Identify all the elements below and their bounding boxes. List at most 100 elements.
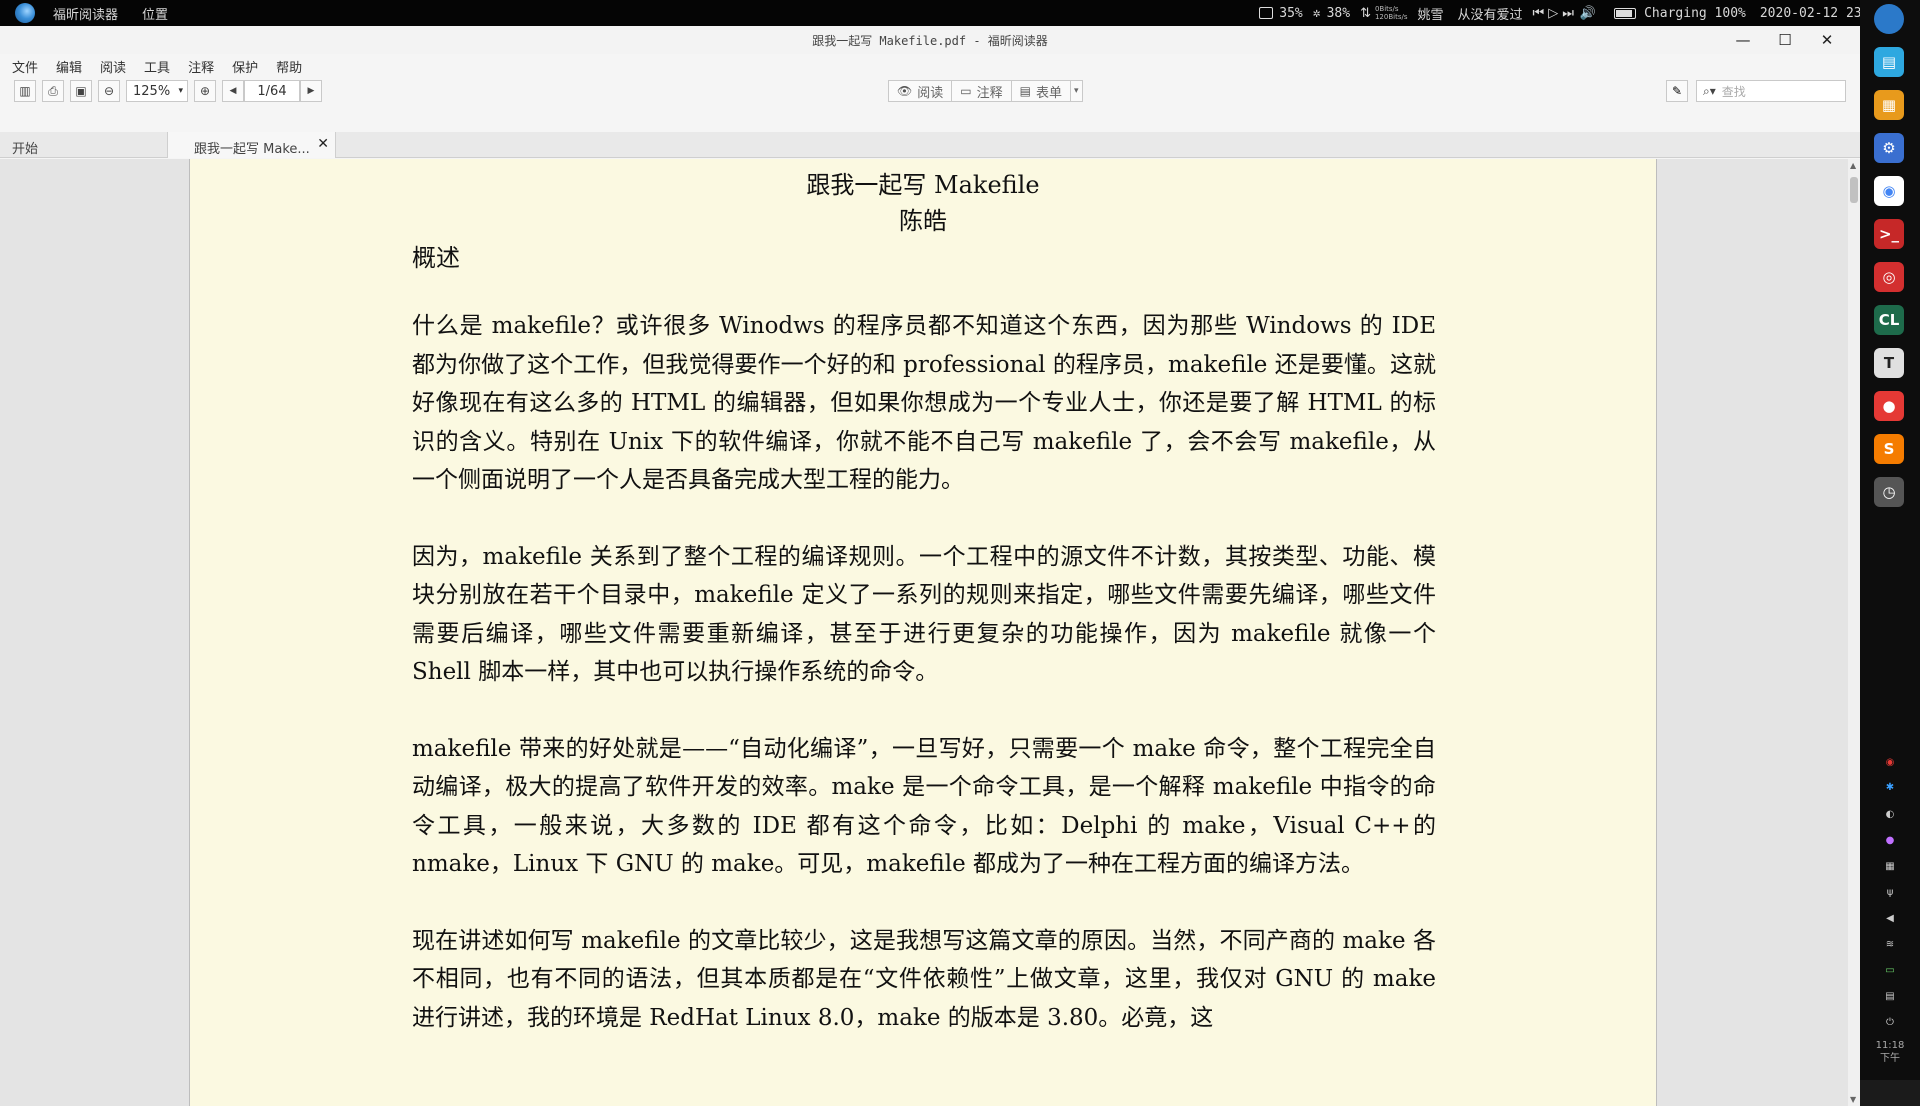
tab-document-label: 跟我一起写 Make... [194,142,310,157]
mode-switcher: 👁 阅读 ▭ 注释 ▤ 表单 ▾ [888,80,1083,102]
menu-file[interactable]: 文件 [12,57,38,76]
save-icon: ▣ [75,84,87,98]
pen-icon: ✎ [1671,84,1683,98]
document-body: 概述 什么是 makefile？或许很多 Winodws 的程序员都不知道这个东… [412,238,1436,1075]
menu-help[interactable]: 帮助 [276,57,302,76]
cpu-usage: 38% [1326,5,1351,21]
paragraph: 现在讲述如何写 makefile 的文章比较少，这是我想写这篇文章的原因。当然，… [412,927,1436,1031]
menu-tools[interactable]: 工具 [144,57,170,76]
scroll-up-icon[interactable]: ▲ [1850,161,1856,170]
input-method-icon[interactable]: ▤ [1884,990,1896,1002]
file-manager-icon[interactable]: ▤ [1874,47,1904,77]
save-button[interactable]: ▣ [70,80,92,102]
zoom-select[interactable]: 125% ▾ [126,80,188,102]
prev-track-icon[interactable]: ⏮ [1533,6,1545,21]
mode-form-label: 表单 [1035,85,1062,101]
tab-close-icon[interactable]: ✕ [317,136,329,152]
battery-indicator: Charging 100% [1614,6,1746,21]
document-viewport[interactable]: 跟我一起写 Makefile 陈皓 概述 什么是 makefile？或许很多 W… [0,159,1848,1106]
dock-clock[interactable]: 11:18 下午 [1860,1039,1920,1065]
red-app-icon[interactable]: ● [1874,391,1904,421]
paragraph: makefile 带来的好处就是——“自动化编译”，一旦写好，只需要一个 mak… [412,735,1436,878]
menu-comment[interactable]: 注释 [188,57,214,76]
tab-start[interactable]: 开始 [0,132,168,158]
print-button[interactable]: ⎙ [42,80,64,102]
sidebar-toggle-button[interactable]: ▥ [14,80,36,102]
text-editor-icon[interactable]: T [1874,348,1904,378]
netease-music-icon[interactable]: ◎ [1874,262,1904,292]
sublime-icon[interactable]: S [1874,434,1904,464]
chevron-right-icon: ▶ [307,86,315,96]
scroll-down-icon[interactable]: ▼ [1850,1095,1856,1104]
location-menu[interactable]: 位置 [142,4,168,23]
sidebar-icon: ▥ [19,84,31,98]
clion-icon[interactable]: CL [1874,305,1904,335]
battery-tray-icon[interactable]: ▭ [1884,964,1896,976]
tray-bluetooth-icon[interactable]: ✱ [1884,781,1896,793]
power-icon[interactable]: ⏻ [1884,1016,1896,1028]
net-down: 120Bits/s [1374,13,1408,21]
close-button[interactable]: ✕ [1806,28,1848,52]
menu-protect[interactable]: 保护 [232,57,258,76]
app-store-icon[interactable]: ▦ [1874,90,1904,120]
wifi-icon[interactable]: ≋ [1884,938,1896,950]
zoom-out-icon: ⊖ [103,84,115,98]
pdf-page: 跟我一起写 Makefile 陈皓 概述 什么是 makefile？或许很多 W… [189,159,1657,1106]
section-heading: 概述 [412,244,460,272]
mode-read-label: 阅读 [917,85,944,101]
volume-icon[interactable]: 🔊 [1580,6,1596,21]
network-indicator: ⇅ 0Bits/s 120Bits/s [1360,5,1407,21]
settings-icon[interactable]: ⚙ [1874,133,1904,163]
sound-icon[interactable]: ◀ [1884,912,1896,924]
scroll-thumb[interactable] [1850,177,1858,203]
minimize-button[interactable]: — [1722,28,1764,52]
prev-page-button[interactable]: ◀ [222,80,244,102]
title-bar: 跟我一起写 Makefile.pdf - 福昕阅读器 — ☐ ✕ [0,26,1860,54]
search-input[interactable]: ⌕▾ 查找 [1696,80,1846,102]
dock-clock-time: 11:18 [1875,1040,1905,1051]
eye-icon: 👁 [897,84,913,98]
cpu-icon: ✲ [1312,5,1321,21]
usb-icon[interactable]: ψ [1884,886,1896,898]
mode-form-button[interactable]: ▤ 表单 [1010,80,1071,102]
net-up: 0Bits/s [1374,5,1399,13]
paragraph: 因为，makefile 关系到了整个工程的编译规则。一个工程中的源文件不计数，其… [412,543,1436,686]
menu-edit[interactable]: 编辑 [56,57,82,76]
active-app-name[interactable]: 福昕阅读器 [53,4,118,23]
chrome-icon[interactable]: ◉ [1874,176,1904,206]
zoom-out-button[interactable]: ⊖ [98,80,120,102]
dock: ▤ ▦ ⚙ ◉ >_ ◎ CL T ● S ◷ ◉ ✱ ◐ ● ▦ ψ ◀ ≋ ▭ ▤ ⏻ 11:1… [1860,0,1920,1080]
menu-read[interactable]: 阅读 [100,57,126,76]
tray-color-icon[interactable]: ● [1884,834,1896,846]
zoom-in-button[interactable]: ⊕ [194,80,216,102]
document-author: 陈皓 [899,207,947,235]
zoom-in-icon: ⊕ [199,84,211,98]
toolbar: ▥ ⎙ ▣ ⊖ 125% ▾ ⊕ ◀ 1/64 ▶ 👁 阅读 ▭ 注释 ▤ 表单 ▾ ✎… [0,78,1860,104]
terminal-icon[interactable]: >_ [1874,219,1904,249]
launcher-logo-icon[interactable] [15,3,35,23]
play-icon[interactable]: ▷ [1548,6,1558,21]
chevron-down-icon: ▾ [178,86,183,96]
clock-app-icon[interactable]: ◷ [1874,477,1904,507]
tray-app-icon[interactable]: ◐ [1884,808,1896,820]
keyboard-icon[interactable]: ▦ [1884,860,1896,872]
maximize-button[interactable]: ☐ [1764,28,1806,52]
page-number-input[interactable]: 1/64 [244,80,300,102]
document-title: 跟我一起写 Makefile [806,171,1040,199]
vertical-scrollbar[interactable]: ▲ ▼ [1848,159,1860,1106]
system-top-bar: 福昕阅读器 位置 35% ✲ 38% ⇅ 0Bits/s 120Bits/s 姚雪 从… [0,0,1920,26]
mode-read-button[interactable]: 👁 阅读 [888,80,953,102]
sign-button[interactable]: ✎ [1666,80,1688,102]
mode-dropdown-button[interactable]: ▾ [1069,80,1083,102]
music-title: 从没有爱过 [1457,7,1523,23]
chevron-left-icon: ◀ [229,86,237,96]
tab-document[interactable]: 跟我一起写 Make... ✕ [168,132,336,158]
mode-comment-button[interactable]: ▭ 注释 [951,80,1012,102]
cpu-indicator: ✲ 38% [1313,6,1350,21]
deepin-logo-icon[interactable] [1874,4,1904,34]
next-page-button[interactable]: ▶ [300,80,322,102]
tray-netease-icon[interactable]: ◉ [1884,756,1896,768]
next-track-icon[interactable]: ⏭ [1562,6,1574,21]
music-artist: 姚雪 [1417,7,1444,23]
menu-bar: 文件 编辑 阅读 工具 注释 保护 帮助 [0,54,1860,78]
